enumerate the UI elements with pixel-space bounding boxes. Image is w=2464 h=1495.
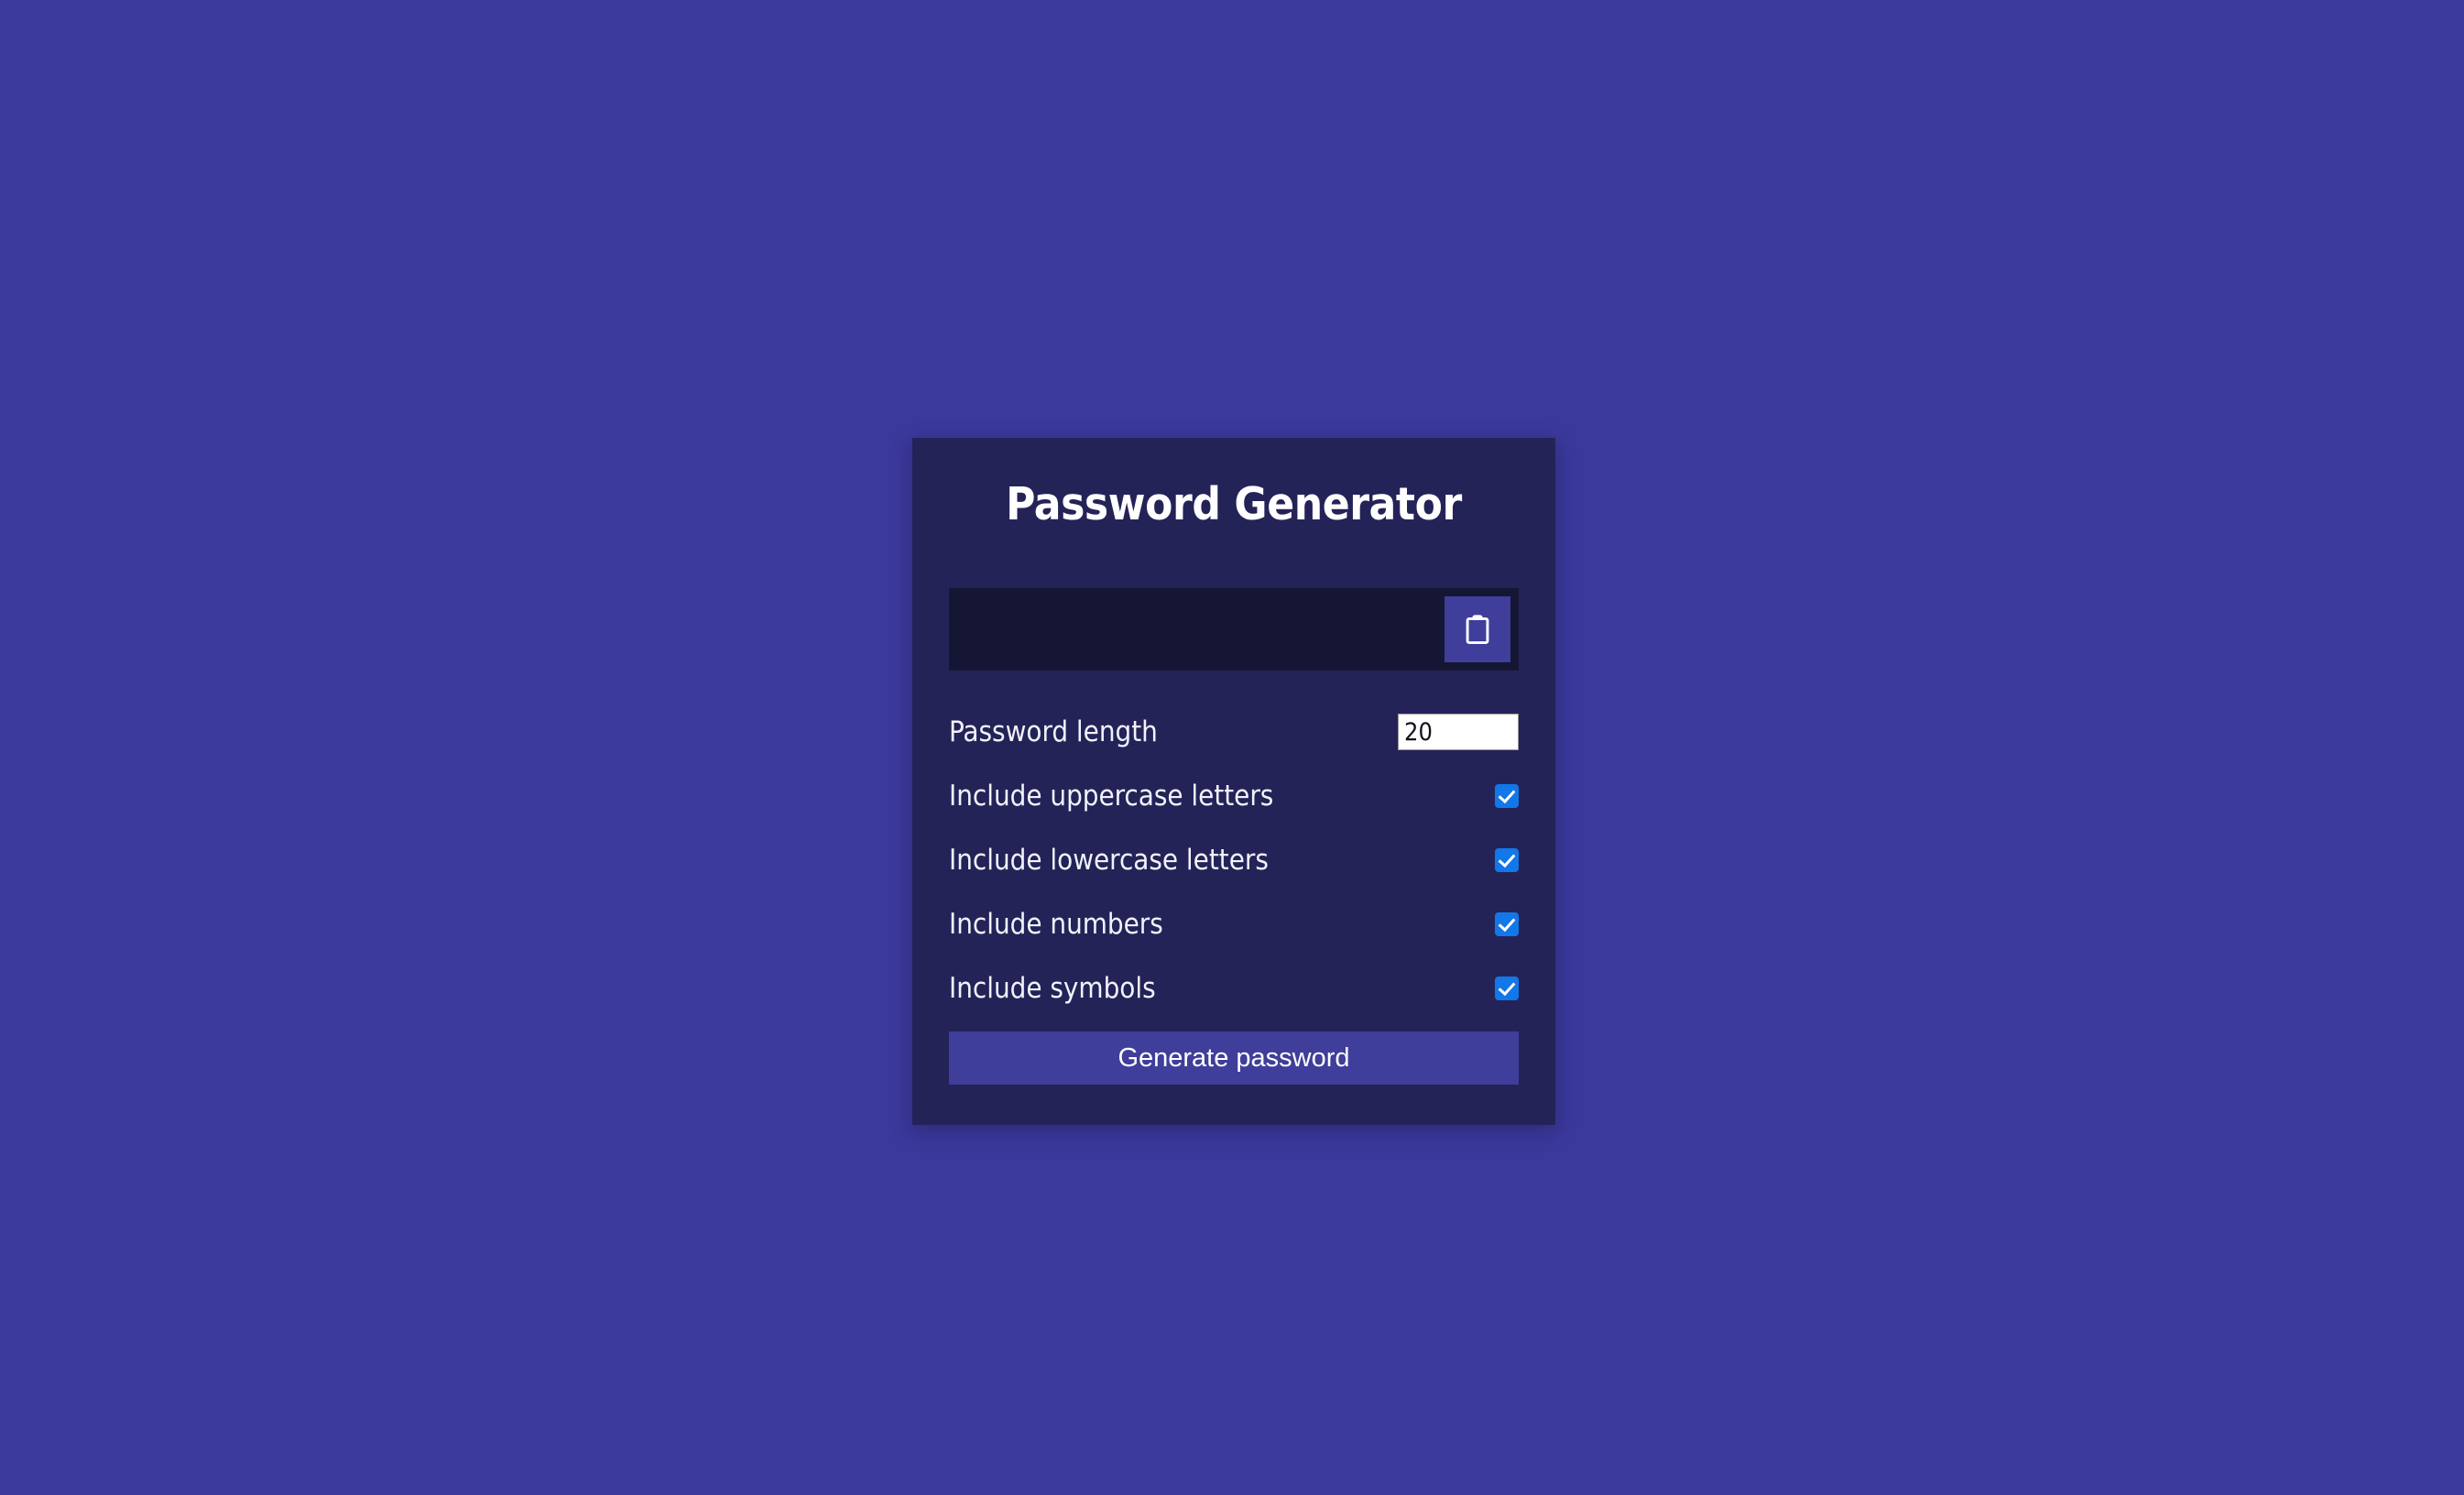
label-include-symbols: Include symbols (949, 971, 1156, 1005)
option-row-numbers: Include numbers (949, 892, 1519, 956)
options-list: Password length Include uppercase letter… (949, 700, 1519, 1020)
label-include-numbers: Include numbers (949, 907, 1163, 941)
clipboard-icon (1464, 614, 1491, 645)
app-root: Password Generator Password length 20 In… (0, 0, 2464, 1495)
checkbox-include-lowercase[interactable] (1495, 848, 1519, 872)
checkbox-include-uppercase[interactable] (1495, 784, 1519, 808)
password-output-field[interactable] (949, 588, 1519, 671)
option-row-lowercase: Include lowercase letters (949, 828, 1519, 892)
label-include-uppercase: Include uppercase letters (949, 779, 1274, 813)
password-generator-card: Password Generator Password length 20 In… (912, 438, 1555, 1125)
option-row-uppercase: Include uppercase letters (949, 764, 1519, 828)
page-title: Password Generator (1006, 478, 1462, 530)
generate-password-button[interactable]: Generate password (949, 1031, 1519, 1085)
copy-password-button[interactable] (1445, 596, 1510, 662)
checkbox-include-numbers[interactable] (1495, 912, 1519, 936)
password-length-input[interactable] (1398, 714, 1519, 750)
option-row-password-length: Password length (949, 700, 1519, 764)
checkbox-include-symbols[interactable] (1495, 977, 1519, 1000)
option-row-symbols: Include symbols (949, 956, 1519, 1020)
label-password-length: Password length (949, 715, 1158, 748)
label-include-lowercase: Include lowercase letters (949, 843, 1269, 877)
